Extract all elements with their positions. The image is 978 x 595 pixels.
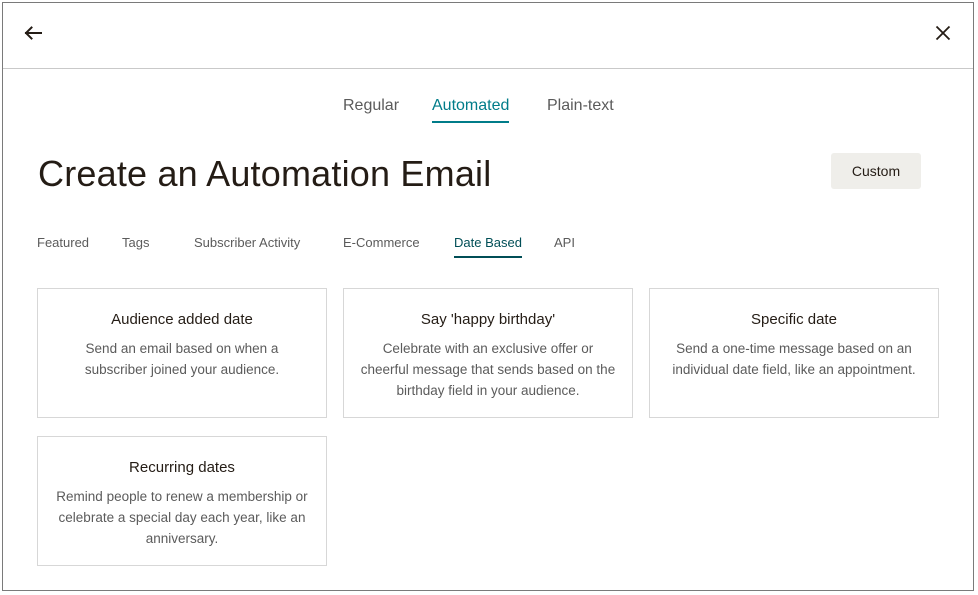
email-type-tabs: Regular Automated Plain-text	[3, 97, 973, 127]
page-title: Create an Automation Email	[38, 153, 492, 194]
automation-card-audience-added-date[interactable]: Audience added date Send an email based …	[37, 288, 327, 418]
back-button[interactable]	[20, 20, 46, 46]
card-description: Send an email based on when a subscriber…	[84, 341, 280, 377]
category-tab-tags[interactable]: Tags	[122, 235, 149, 256]
card-description: Send a one-time message based on an indi…	[672, 341, 916, 377]
tab-plain-text[interactable]: Plain-text	[547, 97, 614, 121]
automation-card-recurring-dates[interactable]: Recurring dates Remind people to renew a…	[37, 436, 327, 566]
close-icon	[935, 25, 951, 41]
card-title: Say 'happy birthday'	[420, 311, 556, 328]
tab-regular[interactable]: Regular	[343, 97, 399, 121]
card-title: Specific date	[751, 311, 837, 328]
card-description: Celebrate with an exclusive offer or che…	[360, 341, 616, 398]
automation-card-happy-birthday[interactable]: Say 'happy birthday' Celebrate with an e…	[343, 288, 633, 418]
category-tab-date-based[interactable]: Date Based	[454, 235, 522, 258]
category-tab-featured[interactable]: Featured	[37, 235, 89, 256]
category-tabs: Featured Tags Subscriber Activity E-Comm…	[3, 235, 973, 263]
modal-header	[3, 3, 973, 69]
tab-automated[interactable]: Automated	[432, 97, 510, 123]
custom-button[interactable]: Custom	[831, 153, 921, 189]
category-tab-api[interactable]: API	[554, 235, 575, 256]
category-tab-e-commerce[interactable]: E-Commerce	[343, 235, 420, 256]
card-title: Audience added date	[111, 311, 253, 328]
modal-window: Regular Automated Plain-text Create an A…	[2, 2, 974, 591]
card-title: Recurring dates	[129, 459, 235, 476]
automation-card-specific-date[interactable]: Specific date Send a one-time message ba…	[649, 288, 939, 418]
arrow-left-icon	[24, 26, 42, 40]
close-button[interactable]	[930, 20, 956, 46]
card-description: Remind people to renew a membership or c…	[56, 489, 308, 546]
category-tab-subscriber-activity[interactable]: Subscriber Activity	[194, 235, 300, 256]
